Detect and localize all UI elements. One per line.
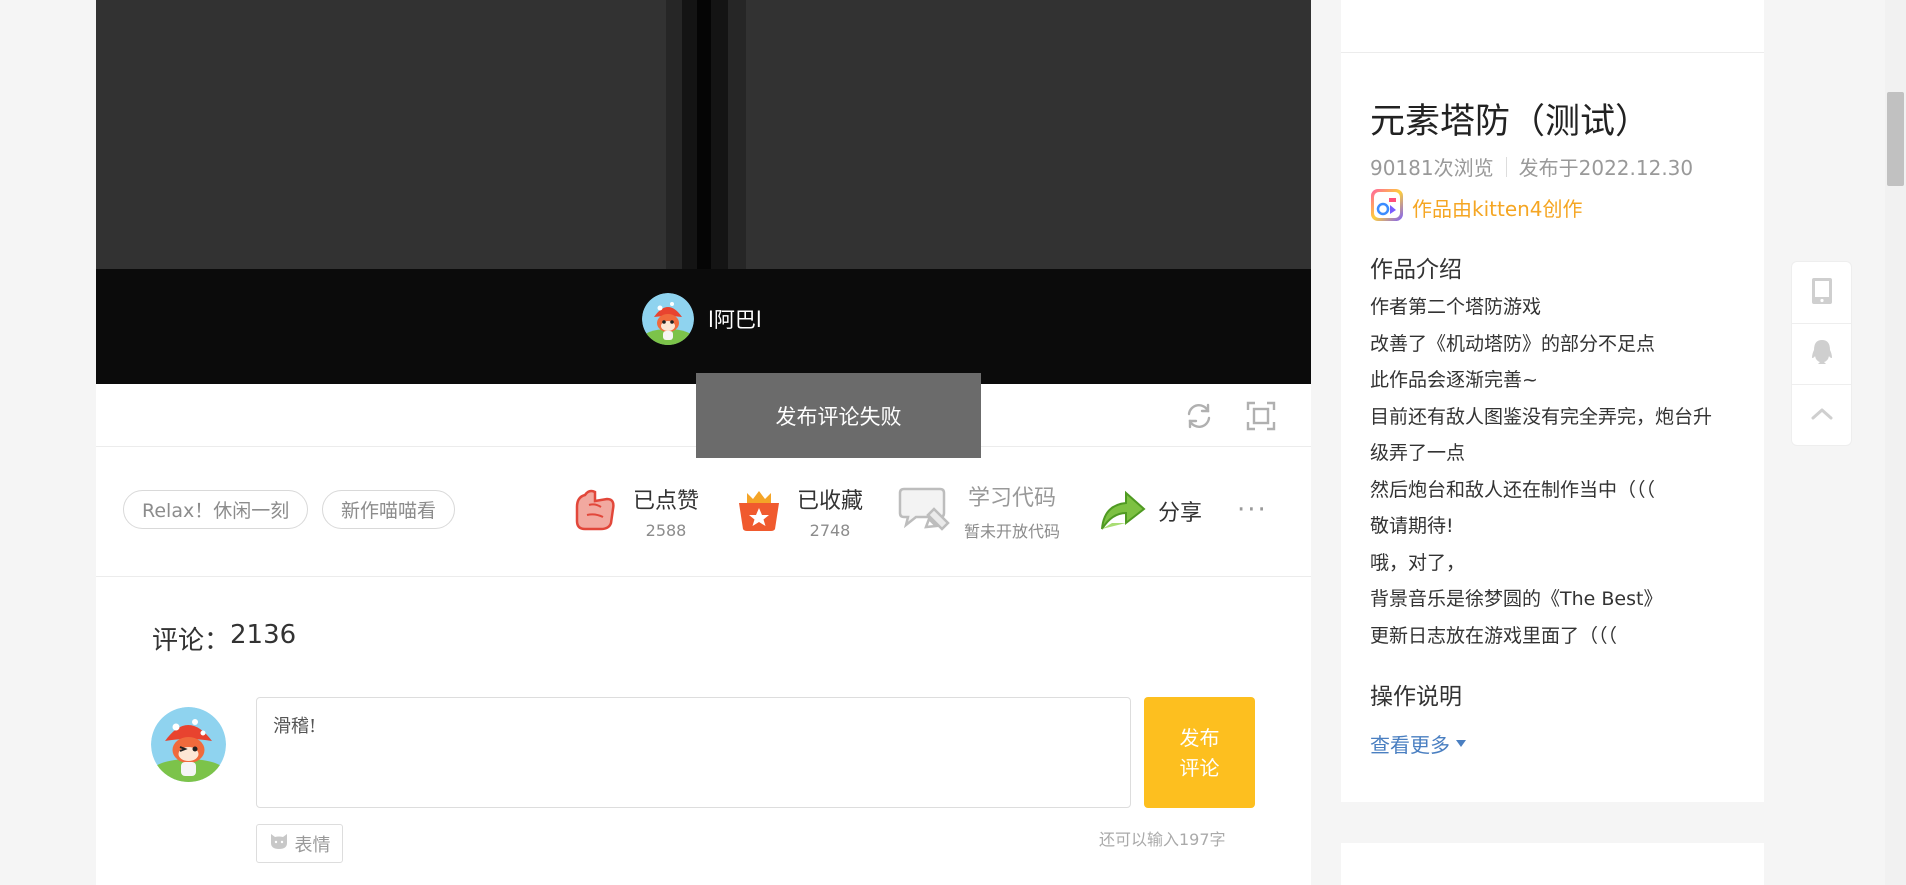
view-count: 90181次浏览 — [1370, 156, 1494, 180]
intro-line: 改善了《机动塔防》的部分不足点 — [1370, 332, 1656, 355]
comment-input[interactable]: 滑稽! — [256, 697, 1131, 808]
creator-name[interactable]: 作品由kitten4创作 — [1412, 193, 1583, 222]
emoji-button[interactable]: 表情 — [256, 824, 343, 863]
collect-count: 2748 — [809, 520, 851, 540]
publish-label-line2: 评论 — [1179, 755, 1220, 780]
collect-label: 已收藏 — [797, 488, 864, 514]
char-remaining-hint: 还可以输入197字 — [1099, 830, 1226, 849]
actions-row: Relax！休闲一刻 新作喵喵看 已点赞 2588 已收藏 2748 学习代码 … — [96, 447, 1311, 577]
cat-emoji-icon — [269, 831, 295, 856]
learn-code-label: 学习代码 — [968, 486, 1057, 511]
fullscreen-icon[interactable] — [1245, 400, 1277, 432]
work-title: 元素塔防（测试） — [1370, 102, 1651, 142]
back-to-top-button[interactable] — [1792, 384, 1851, 445]
work-info-card: 元素塔防（测试） 90181次浏览 发布于2022.12.30 作品由kitte… — [1341, 53, 1764, 802]
creator-link[interactable]: 作品由kitten4创作 — [1370, 188, 1583, 226]
game-player[interactable]: l阿巴l — [96, 0, 1311, 384]
page-scrollbar-thumb[interactable] — [1887, 92, 1904, 186]
right-card-bottom — [1341, 843, 1764, 885]
caret-down-icon — [1456, 740, 1466, 747]
mobile-icon — [1811, 277, 1833, 309]
intro-text: 作者第二个塔防游戏 改善了《机动塔防》的部分不足点 此作品会逐渐完善~ 目前还有… — [1370, 289, 1740, 654]
see-more-link[interactable]: 查看更多 — [1370, 729, 1466, 758]
qq-button[interactable] — [1792, 323, 1851, 384]
learn-code-status: 暂未开放代码 — [964, 522, 1061, 541]
controls-heading: 操作说明 — [1370, 684, 1462, 710]
floating-toolbar — [1791, 261, 1852, 446]
intro-heading: 作品介绍 — [1370, 257, 1462, 283]
author-avatar[interactable] — [642, 293, 694, 345]
intro-line: 级弄了一点 — [1370, 442, 1466, 464]
collect-box-icon — [733, 483, 785, 539]
share-label: 分享 — [1158, 501, 1203, 526]
collect-button[interactable]: 已收藏 2748 — [733, 481, 863, 541]
thumbs-up-icon — [569, 483, 621, 539]
more-options-button[interactable]: ··· — [1237, 495, 1268, 525]
player-author-bar: l阿巴l — [96, 269, 1311, 384]
kitten4-logo-icon — [1370, 188, 1404, 226]
mobile-view-button[interactable] — [1792, 262, 1851, 323]
intro-line: 哦，对了， — [1370, 551, 1466, 574]
see-more-label: 查看更多 — [1370, 733, 1450, 757]
game-stage[interactable] — [96, 0, 1311, 269]
publish-label-line1: 发布 — [1179, 725, 1220, 750]
code-icon — [896, 483, 952, 539]
like-count: 2588 — [645, 520, 687, 540]
publish-comment-button[interactable]: 发布 评论 — [1144, 697, 1255, 808]
intro-line: 目前还有敌人图鉴没有完全弄完，炮台升 — [1370, 405, 1713, 428]
intro-line: 然后炮台和敌人还在制作当中（（（ — [1370, 478, 1656, 501]
work-meta: 90181次浏览 发布于2022.12.30 — [1370, 152, 1693, 181]
like-label: 已点赞 — [633, 488, 700, 514]
intro-line: 此作品会逐渐完善~ — [1370, 369, 1538, 391]
tag-relax[interactable]: Relax！休闲一刻 — [123, 490, 309, 529]
back-to-top-icon — [1810, 405, 1834, 425]
share-arrow-icon — [1098, 483, 1146, 539]
stage-pillar — [697, 0, 711, 269]
like-button[interactable]: 已点赞 2588 — [569, 481, 699, 541]
intro-line: 背景音乐是徐梦圆的《The Best》 — [1370, 588, 1663, 610]
comments-heading: 评论： 2136 — [152, 620, 296, 657]
error-toast: 发布评论失败 — [696, 373, 981, 458]
refresh-icon[interactable] — [1183, 400, 1215, 432]
intro-line: 作者第二个塔防游戏 — [1370, 296, 1542, 318]
right-card-top — [1341, 0, 1764, 53]
intro-line: 更新日志放在游戏里面了（（（ — [1370, 624, 1618, 647]
meta-divider — [1505, 156, 1507, 177]
learn-code-button[interactable]: 学习代码 暂未开放代码 — [896, 481, 1060, 541]
player-author[interactable]: l阿巴l — [642, 293, 762, 345]
publish-date: 发布于2022.12.30 — [1518, 156, 1694, 180]
comments-label: 评论： — [152, 626, 231, 656]
intro-line: 敬请期待! — [1370, 515, 1454, 537]
tag-new-work[interactable]: 新作喵喵看 — [322, 490, 456, 529]
user-avatar[interactable] — [151, 707, 226, 782]
comments-count: 2136 — [230, 620, 297, 650]
emoji-label: 表情 — [294, 834, 331, 856]
author-name[interactable]: l阿巴l — [708, 304, 762, 334]
share-button[interactable]: 分享 — [1098, 481, 1202, 541]
qq-icon — [1810, 338, 1834, 370]
